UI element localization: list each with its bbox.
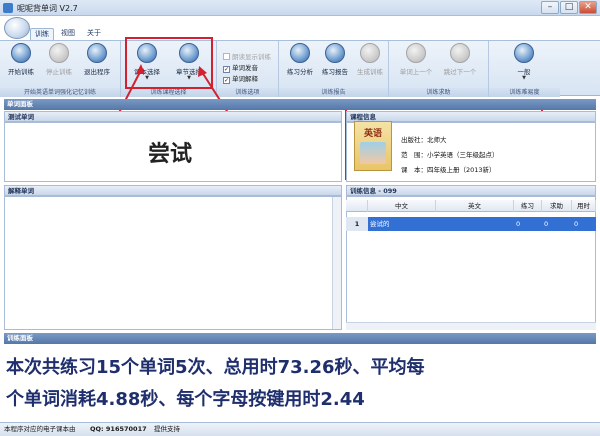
table-header[interactable]: 英文 xyxy=(436,200,514,212)
test-word-value: 尝试 xyxy=(148,142,193,167)
status-qq: QQ: 916570017 xyxy=(90,425,147,433)
training-summary: 本次共练习15个单词5次、总用时73.26秒、平均每 个单词消耗4.88秒、每个… xyxy=(0,345,600,421)
cell-chinese: 尝试的 xyxy=(368,217,436,231)
summary-line-2: 个单词消耗4.88秒、每个字母按键用时2.44 xyxy=(6,389,365,410)
explain-scrollbar[interactable] xyxy=(332,197,341,329)
cell-english xyxy=(436,217,514,231)
textbook-title: 英语 xyxy=(363,129,382,139)
cell-practice: 0 xyxy=(514,217,542,231)
row-number: 1 xyxy=(346,217,368,231)
table-header[interactable]: 练习 xyxy=(514,200,542,212)
textbook-cover: 英语 xyxy=(354,121,392,171)
annotation-arrowhead xyxy=(136,64,145,74)
status-text-right: 提供支持 xyxy=(154,425,180,433)
table-hscrollbar[interactable] xyxy=(346,322,596,330)
table-row[interactable]: 1 尝试的 0 0 0 xyxy=(346,217,596,231)
word-panel-header: 单词面板 xyxy=(4,99,596,110)
table-header[interactable]: 求助 xyxy=(542,200,572,212)
table-header[interactable]: 中文 xyxy=(368,200,436,212)
explain-word-panel[interactable] xyxy=(4,196,342,330)
table-header xyxy=(346,200,368,212)
cell-help: 0 xyxy=(542,217,572,231)
status-text-left: 本程序对应的电子课本由 xyxy=(4,425,76,433)
train-info-header: 训练信息 - 099 xyxy=(346,185,596,196)
textbook-illustration xyxy=(360,142,386,164)
status-bar: 本程序对应的电子课本由 QQ: 916570017 提供支持 xyxy=(0,422,600,436)
table-header-row: 中文 英文 练习 求助 用时 xyxy=(346,200,596,212)
course-scope: 范 围：小学英语（三年级起点） xyxy=(401,151,499,159)
summary-line-1: 本次共练习15个单词5次、总用时73.26秒、平均每 xyxy=(6,357,425,378)
annotation-arrowhead xyxy=(198,66,207,77)
test-word-header: 测试单词 xyxy=(4,111,342,122)
train-panel-header: 训练面板 xyxy=(4,333,596,344)
explain-word-header: 解释单词 xyxy=(4,185,342,196)
course-publisher: 出版社：北师大 xyxy=(401,136,447,144)
cell-time: 0 xyxy=(572,217,596,231)
table-header[interactable]: 用时 xyxy=(572,200,596,212)
course-volume: 课 本：四年级上册（2013新） xyxy=(401,166,496,174)
